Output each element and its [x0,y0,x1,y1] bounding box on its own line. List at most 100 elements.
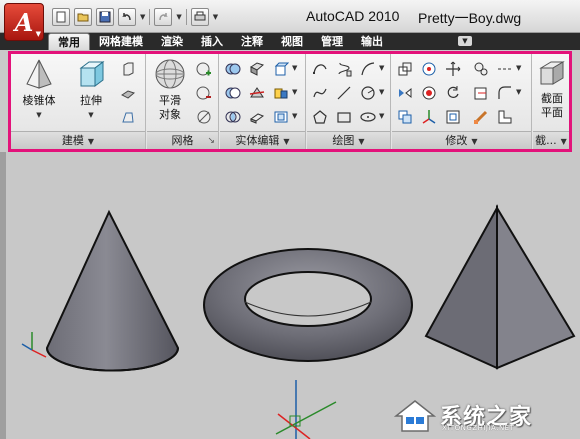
tab-mesh-modeling[interactable]: 网格建模 [90,33,152,50]
scale-icon[interactable] [396,60,414,78]
redo-dropdown-icon[interactable]: ▼ [176,13,181,21]
tab-output[interactable]: 输出 [352,33,392,50]
panel-section-label[interactable]: 截... ▼ [533,131,569,149]
chevron-down-icon: ▼ [36,111,42,119]
cone-solid[interactable] [45,209,180,372]
chevron-down-icon[interactable]: ▼ [516,64,521,72]
fillet-icon[interactable] [496,84,514,102]
separate-icon[interactable] [272,84,290,102]
copy-icon[interactable] [396,108,414,126]
chevron-down-icon[interactable]: ▼ [516,88,521,96]
panel-modify-title: 修改 [445,134,468,147]
erase-icon[interactable] [472,108,490,126]
tab-insert[interactable]: 插入 [192,33,232,50]
move-icon[interactable] [444,60,462,78]
pyramid-button[interactable]: 棱锥体 ▼ [17,58,61,128]
stretch-icon[interactable] [496,108,514,126]
tab-view[interactable]: 视图 [272,33,312,50]
panel-modify-label[interactable]: 修改 ▼ [392,131,531,149]
drawing-viewport[interactable]: 系统之家 XITONGZHIJIA.NET [0,152,580,439]
chevron-down-icon[interactable]: ▼ [292,64,297,72]
subtract-icon[interactable] [224,84,242,102]
polyline-icon[interactable] [311,60,329,78]
chevron-down-icon: ▼ [283,137,290,146]
helix-icon[interactable] [335,60,353,78]
ribbon-minimize-toggle[interactable]: ▼ [458,36,472,46]
shell-icon[interactable] [272,108,290,126]
mesh-refine-icon[interactable] [195,108,213,126]
3d-array-icon[interactable] [420,84,438,102]
arc-icon[interactable] [359,60,377,78]
panel-solid-editing-label[interactable]: 实体编辑 ▼ [220,131,305,149]
mesh-smooth-less-icon[interactable] [195,84,213,102]
mesh-smooth-more-icon[interactable] [195,60,213,78]
3d-move-icon[interactable] [420,108,438,126]
tab-render[interactable]: 渲染 [152,33,192,50]
panel-draw-title: 绘图 [332,134,355,147]
3d-align-icon[interactable] [472,60,490,78]
undo-dropdown-icon[interactable]: ▼ [140,13,145,21]
panel-draw-label[interactable]: 绘图 ▼ [307,131,390,149]
section-plane-button[interactable]: 截面 平面 [533,58,571,128]
app-title: AutoCAD 2010 [306,8,400,24]
dialog-launcher-icon[interactable]: ↘ [207,133,215,150]
title-bar: A ▼ ▼ ▼ ▼ AutoCAD 2010 Pretty一Boy.dwg [0,0,580,41]
offset-icon[interactable] [444,108,462,126]
panel-mesh-label[interactable]: 网格 ↘ [147,131,218,149]
redo-icon[interactable] [154,8,173,26]
chevron-down-icon: ▼ [88,111,94,119]
application-menu-button[interactable]: A ▼ [4,3,44,41]
autocad-logo-icon: A [14,7,34,37]
save-icon[interactable] [96,8,114,26]
break-icon[interactable] [496,60,514,78]
open-icon[interactable] [74,8,92,26]
thicken-icon[interactable] [248,108,266,126]
pyramid-solid[interactable] [424,204,576,370]
section-plane-icon [539,61,565,85]
mesh-sphere-icon [155,59,185,89]
panel-modeling-title: 建模 [61,134,84,147]
intersect-icon[interactable] [224,108,242,126]
polygon-icon[interactable] [311,108,329,126]
union-icon[interactable] [224,60,242,78]
tab-home[interactable]: 常用 [48,33,90,50]
line-icon[interactable] [335,84,353,102]
ellipse-icon[interactable] [359,108,377,126]
undo-icon[interactable] [118,8,136,26]
extract-edges-icon[interactable] [248,60,266,78]
chevron-down-icon: ▼ [560,137,567,146]
toolbar-separator [185,9,187,25]
chevron-down-icon[interactable]: ▼ [292,112,297,120]
panel-mesh: 平滑 对象 网格 ↘ [147,54,219,149]
smooth-object-button[interactable]: 平滑 对象 [149,58,191,128]
chevron-down-icon[interactable]: ▼ [379,112,384,120]
cursor-crosshair [275,380,337,439]
rotate-icon[interactable] [444,84,462,102]
chevron-down-icon[interactable]: ▼ [379,88,384,96]
chevron-down-icon[interactable]: ▼ [379,64,384,72]
tab-annotate[interactable]: 注释 [232,33,272,50]
presspull-icon[interactable] [119,84,137,102]
file-title: Pretty一Boy.dwg [418,10,522,26]
circle-icon[interactable] [359,84,377,102]
pyramid-icon [26,59,52,89]
rectangle-icon[interactable] [335,108,353,126]
tab-manage[interactable]: 管理 [312,33,352,50]
3d-rotate-icon[interactable] [420,60,438,78]
plot-icon[interactable] [190,8,209,26]
polysolid-icon[interactable] [119,60,137,78]
house-logo-icon [394,400,436,432]
trim-icon[interactable] [472,84,490,102]
torus-solid[interactable] [203,248,413,362]
extrude-faces-icon[interactable] [272,60,290,78]
extrude-button[interactable]: 拉伸 ▼ [69,58,113,128]
new-icon[interactable] [52,8,70,26]
slice-icon[interactable] [248,84,266,102]
chevron-down-icon[interactable]: ▼ [292,88,297,96]
panel-modeling-label[interactable]: 建模 ▼ [11,131,145,149]
plot-dropdown-icon[interactable]: ▼ [213,13,218,21]
toolbar-separator [149,9,151,25]
spline-icon[interactable] [311,84,329,102]
3d-mirror-icon[interactable] [396,84,414,102]
loft-icon[interactable] [119,108,137,126]
